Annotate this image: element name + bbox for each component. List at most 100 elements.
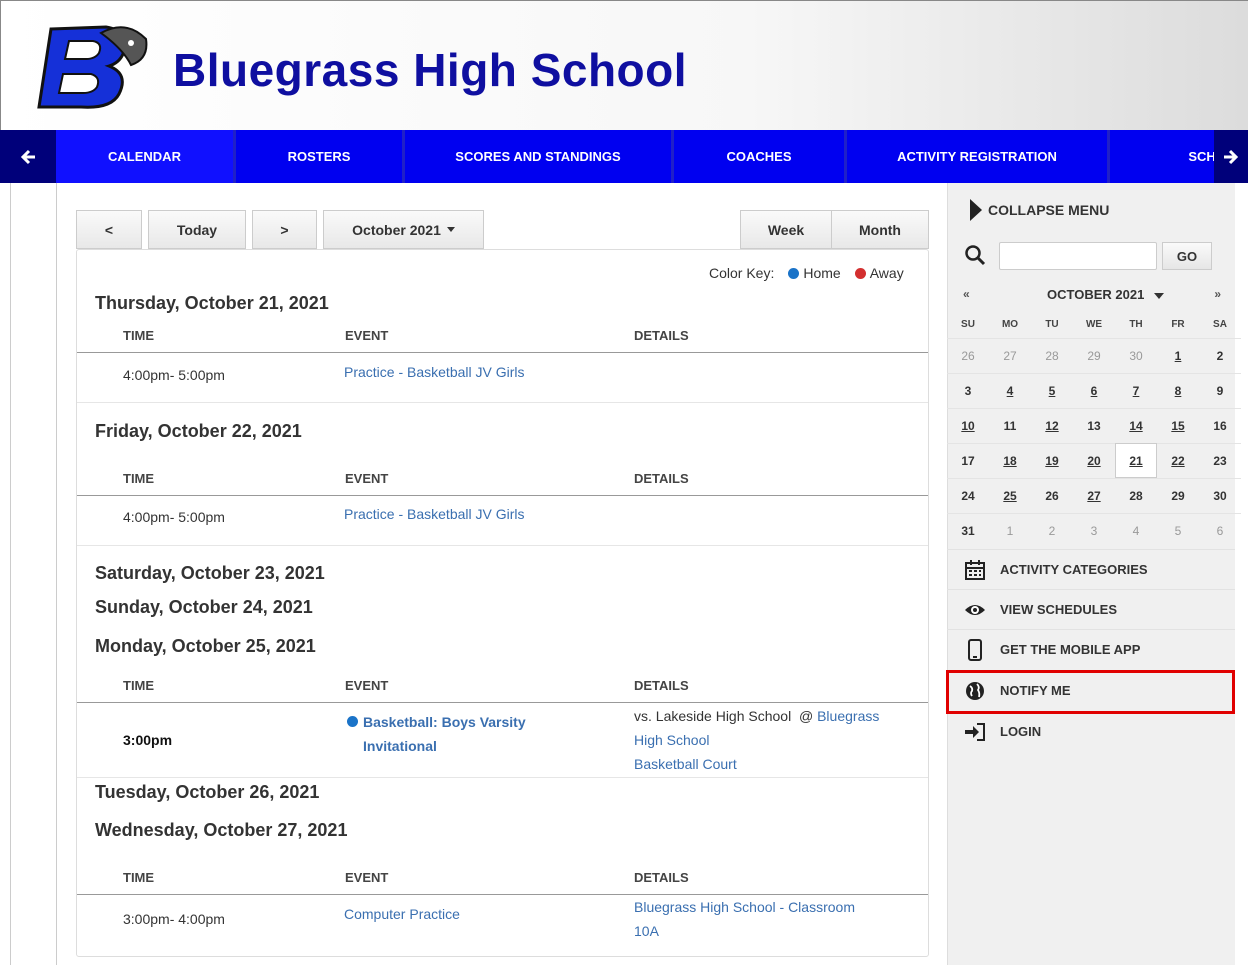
- nav-scores-and-standings[interactable]: SCORES AND STANDINGS: [405, 130, 674, 183]
- event-link[interactable]: Practice - Basketball JV Girls: [344, 502, 525, 526]
- event-time: 4:00pm- 5:00pm: [123, 367, 225, 383]
- location-link[interactable]: Basketball Court: [634, 752, 737, 776]
- calendar-day[interactable]: 7: [1115, 373, 1157, 408]
- calendar-day[interactable]: 3: [947, 373, 989, 408]
- view-schedules-item[interactable]: VIEW SCHEDULES: [947, 589, 1235, 629]
- calendar-day[interactable]: 26: [1031, 478, 1073, 513]
- dow-label: SU: [961, 319, 975, 330]
- divider: [77, 545, 928, 546]
- month-select[interactable]: October 2021: [323, 210, 484, 249]
- calendar-day[interactable]: 5: [1031, 373, 1073, 408]
- calendar-day[interactable]: 31: [947, 513, 989, 548]
- calendar-day[interactable]: 19: [1031, 443, 1073, 478]
- go-button[interactable]: GO: [1162, 242, 1212, 270]
- dow-label: MO: [1001, 319, 1019, 330]
- col-time: TIME: [123, 328, 155, 343]
- event-link[interactable]: Basketball: Boys Varsity: [363, 710, 526, 734]
- day-heading: Thursday, October 21, 2021: [95, 293, 329, 313]
- nav-calendar[interactable]: CALENDAR: [56, 130, 236, 183]
- login-item[interactable]: LOGIN: [947, 711, 1235, 751]
- left-border: [10, 183, 11, 965]
- calendar-day[interactable]: 1: [989, 513, 1031, 548]
- calendar-day[interactable]: 24: [947, 478, 989, 513]
- dow-label: SA: [1213, 319, 1227, 330]
- color-key-away: Away: [869, 265, 904, 281]
- event-link[interactable]: Computer Practice: [344, 902, 460, 926]
- event-link[interactable]: Invitational: [363, 734, 437, 758]
- calendar-day[interactable]: 14: [1115, 408, 1157, 443]
- calendar-day[interactable]: 5: [1157, 513, 1199, 548]
- calendar-day[interactable]: 18: [989, 443, 1031, 478]
- nav-scroll-right[interactable]: [1214, 130, 1248, 183]
- col-time: TIME: [123, 471, 155, 486]
- content-border: [56, 183, 57, 965]
- next-month-button[interactable]: »: [1214, 287, 1221, 301]
- calendar-day[interactable]: 15: [1157, 408, 1199, 443]
- location-link[interactable]: High School: [634, 728, 710, 752]
- dow-label: TH: [1129, 319, 1143, 330]
- prev-month-button[interactable]: «: [963, 287, 970, 301]
- calendar-day[interactable]: 23: [1199, 443, 1241, 478]
- color-key-home: Home: [803, 265, 841, 281]
- divider: [77, 777, 928, 778]
- school-logo[interactable]: [31, 19, 151, 114]
- dow-label: FR: [1171, 319, 1185, 330]
- calendar-day[interactable]: 6: [1199, 513, 1241, 548]
- calendar-day[interactable]: 4: [1115, 513, 1157, 548]
- get-mobile-app-item[interactable]: GET THE MOBILE APP: [947, 629, 1235, 669]
- calendar-day[interactable]: 29: [1157, 478, 1199, 513]
- location-link[interactable]: 10A: [634, 919, 659, 943]
- calendar-day[interactable]: 3: [1073, 513, 1115, 548]
- next-button[interactable]: >: [252, 210, 317, 249]
- divider: [77, 402, 928, 403]
- location-link[interactable]: Bluegrass: [817, 708, 879, 724]
- calendar-day[interactable]: 28: [1031, 338, 1073, 373]
- login-label: LOGIN: [1000, 724, 1042, 739]
- calendar-day[interactable]: 2: [1199, 338, 1241, 373]
- week-view-button[interactable]: Week: [740, 210, 832, 249]
- calendar-day[interactable]: 22: [1157, 443, 1199, 478]
- nav-scroll-left[interactable]: [0, 130, 56, 183]
- calendar-day[interactable]: 30: [1199, 478, 1241, 513]
- calendar-day[interactable]: 30: [1115, 338, 1157, 373]
- mini-calendar-month[interactable]: OCTOBER 2021: [1047, 287, 1165, 302]
- today-button[interactable]: Today: [148, 210, 246, 249]
- calendar-day[interactable]: 26: [947, 338, 989, 373]
- calendar-day[interactable]: 6: [1073, 373, 1115, 408]
- month-view-button[interactable]: Month: [831, 210, 929, 249]
- day-heading: Tuesday, October 26, 2021: [95, 782, 320, 802]
- collapse-menu-button[interactable]: COLLAPSE MENU: [947, 188, 1235, 232]
- calendar-day[interactable]: 29: [1073, 338, 1115, 373]
- calendar-day[interactable]: 25: [989, 478, 1031, 513]
- main-nav: CALENDAR ROSTERS SCORES AND STANDINGS CO…: [0, 130, 1248, 183]
- calendar-day[interactable]: 10: [947, 408, 989, 443]
- calendar-day[interactable]: 12: [1031, 408, 1073, 443]
- calendar-day[interactable]: 2: [1031, 513, 1073, 548]
- day-heading: Wednesday, October 27, 2021: [95, 820, 348, 840]
- arrow-left-icon: [20, 149, 35, 164]
- search-input[interactable]: [999, 242, 1157, 270]
- event-link[interactable]: Practice - Basketball JV Girls: [344, 360, 525, 384]
- calendar-day[interactable]: 9: [1199, 373, 1241, 408]
- calendar-day[interactable]: 27: [989, 338, 1031, 373]
- calendar-day[interactable]: 20: [1073, 443, 1115, 478]
- nav-coaches[interactable]: COACHES: [674, 130, 847, 183]
- nav-activity-registration[interactable]: ACTIVITY REGISTRATION: [847, 130, 1110, 183]
- calendar-day[interactable]: 16: [1199, 408, 1241, 443]
- calendar-day[interactable]: 27: [1073, 478, 1115, 513]
- login-icon: [964, 721, 986, 743]
- calendar-day[interactable]: 8: [1157, 373, 1199, 408]
- calendar-day[interactable]: 13: [1073, 408, 1115, 443]
- home-dot-icon: [788, 267, 800, 279]
- activity-categories-item[interactable]: ACTIVITY CATEGORIES: [947, 549, 1235, 589]
- calendar-day[interactable]: 11: [989, 408, 1031, 443]
- col-event: EVENT: [345, 328, 389, 343]
- prev-button[interactable]: <: [76, 210, 142, 249]
- location-link[interactable]: Bluegrass High School - Classroom: [634, 895, 855, 919]
- calendar-day[interactable]: 1: [1157, 338, 1199, 373]
- calendar-day[interactable]: 28: [1115, 478, 1157, 513]
- nav-rosters[interactable]: ROSTERS: [236, 130, 405, 183]
- calendar-day-today[interactable]: 21: [1115, 443, 1157, 478]
- calendar-day[interactable]: 4: [989, 373, 1031, 408]
- calendar-day[interactable]: 17: [947, 443, 989, 478]
